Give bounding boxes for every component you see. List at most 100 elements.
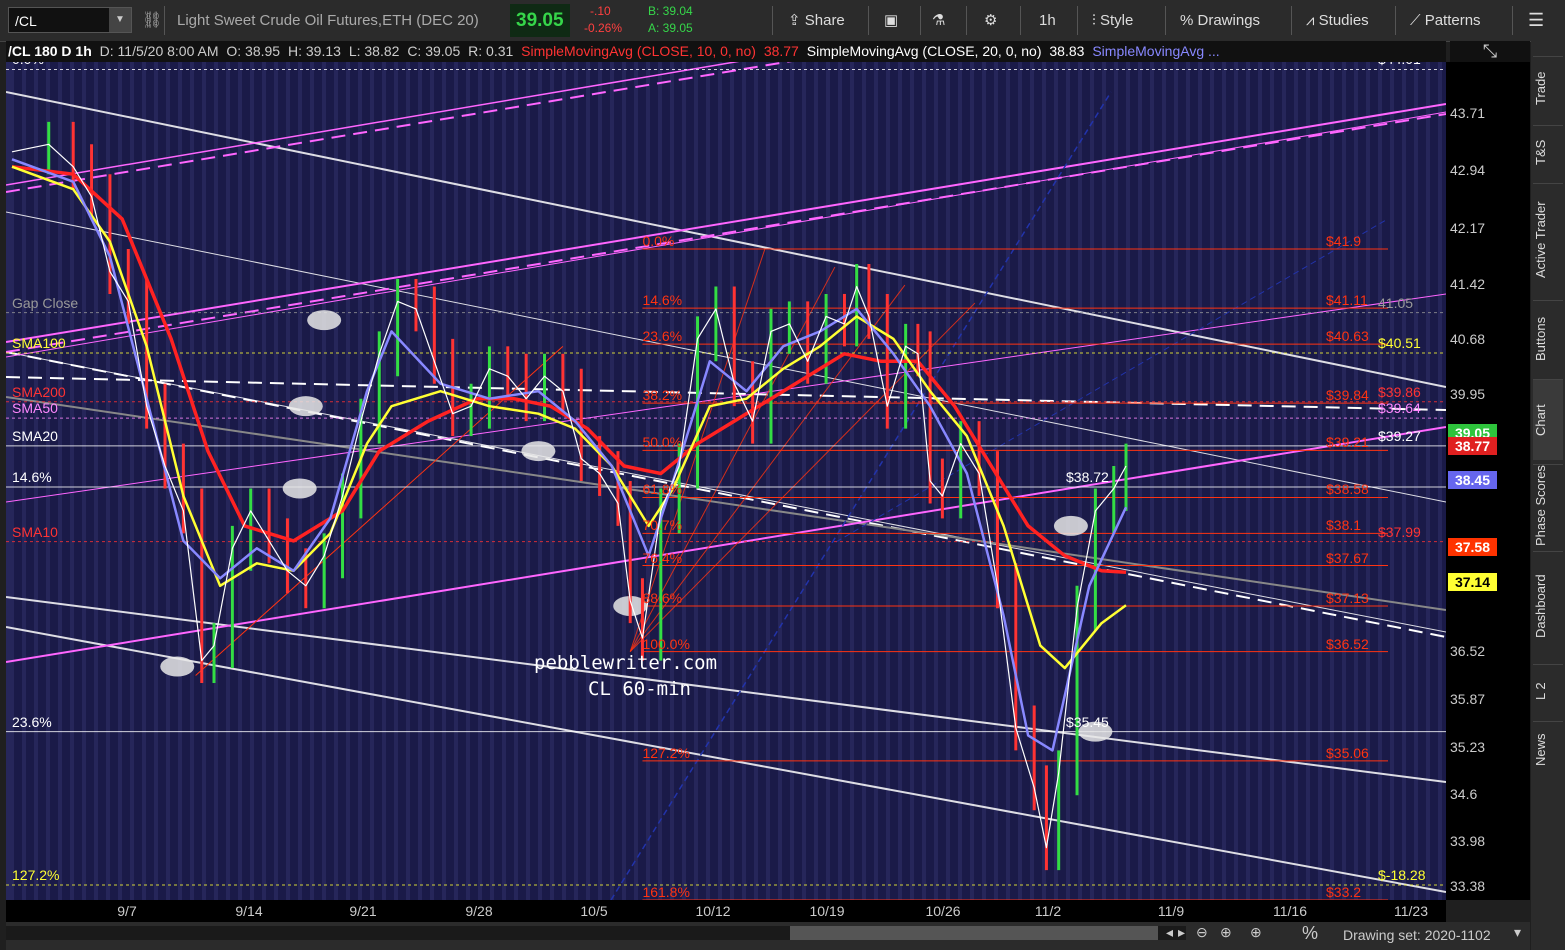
drawing-set-label[interactable]: Drawing set: 2020-1102 (1343, 927, 1491, 943)
sma10-study[interactable]: SimpleMovingAvg (CLOSE, 10, 0, no) (519, 43, 758, 59)
flask-icon[interactable]: ⚗ (932, 0, 945, 41)
scroll-left-icon[interactable]: ◂ (1166, 924, 1173, 941)
session-stripe (1250, 62, 1258, 900)
menu-icon[interactable]: ☰ (1528, 0, 1544, 41)
session-stripe (1202, 62, 1210, 900)
sidebar-tab-chart[interactable]: Chart (1533, 379, 1563, 460)
session-stripe (830, 62, 838, 900)
chevron-down-icon[interactable]: ▼ (109, 8, 131, 32)
session-stripe (914, 62, 922, 900)
sma-more-study[interactable]: SimpleMovingAvg ... (1090, 43, 1221, 59)
price-tick-label: 33.38 (1450, 877, 1486, 894)
flexible-grid-icon[interactable]: ▣ (884, 0, 898, 41)
session-stripe (38, 62, 46, 900)
bar-close: C: 39.05 (407, 43, 461, 59)
symbol-text: /CL (15, 13, 37, 29)
patterns-button[interactable]: ⟋ Patterns (1410, 0, 1481, 41)
net-change: -.10 (590, 4, 611, 18)
zoom-in-icon[interactable]: ⊕ (1250, 924, 1262, 941)
session-stripe (206, 62, 214, 900)
sidebar-tab-dashboard[interactable]: Dashboard (1533, 551, 1563, 660)
collapse-icon[interactable]: ⤡ (1450, 41, 1530, 62)
session-stripe (542, 62, 550, 900)
bar-date: D: 11/5/20 8:00 AM (99, 43, 219, 59)
sidebar-tab-news[interactable]: News (1533, 721, 1563, 777)
session-stripe (1298, 62, 1306, 900)
top-toolbar: /CL ▼ ⛓ Light Sweet Crude Oil Futures,ET… (0, 0, 1565, 42)
percent-icon: % (1180, 12, 1194, 29)
style-label: Style (1099, 12, 1134, 29)
session-stripe (1094, 62, 1102, 900)
crosshair-icon[interactable]: ⊕ (1220, 924, 1232, 941)
scroll-right-icon[interactable]: ▸ (1178, 924, 1185, 941)
chevron-down-icon[interactable]: ▾ (1514, 924, 1521, 941)
session-stripe (1274, 62, 1282, 900)
drawings-label: Drawings (1197, 12, 1261, 29)
ask-price: A: 39.05 (648, 21, 693, 35)
price-badge: 37.58 (1448, 538, 1497, 556)
pivot-marker (160, 656, 195, 677)
session-stripe (374, 62, 382, 900)
sma20-value: 38.83 (1049, 43, 1085, 59)
session-stripe (758, 62, 766, 900)
session-stripe (122, 62, 130, 900)
session-stripe (902, 62, 910, 900)
bar-range: R: 0.31 (468, 43, 514, 59)
chart-plot-area[interactable]: 0.0% $41.9 14.6% $41.11 23.6% $40.63 38.2% $39.… (6, 62, 1446, 900)
sidebar-tab-l-2[interactable]: L 2 (1533, 664, 1563, 717)
percent-icon[interactable]: % (1302, 923, 1318, 944)
session-stripe (698, 62, 706, 900)
session-stripe (1010, 62, 1018, 900)
time-tick-label: 11/16 (1273, 903, 1307, 919)
sma20-study[interactable]: SimpleMovingAvg (CLOSE, 20, 0, no) (805, 43, 1044, 59)
style-button[interactable]: ⫶ Style (1092, 0, 1133, 41)
session-stripe (746, 62, 754, 900)
session-stripe (518, 62, 526, 900)
time-axis[interactable]: 9/7 9/14 9/21 9/28 10/5 10/12 10/19 10/26 11/2 11… (6, 900, 1446, 922)
divider (1512, 6, 1513, 35)
sidebar-tab-active-trader[interactable]: Active Trader (1533, 183, 1563, 296)
scroll-thumb[interactable] (790, 926, 1158, 940)
session-stripe (1286, 62, 1294, 900)
session-stripe (326, 62, 334, 900)
session-stripe (482, 62, 490, 900)
pivot-marker (307, 310, 342, 331)
sidebar-tab-phase-scores[interactable]: Phase Scores (1533, 464, 1563, 547)
session-stripe (314, 62, 322, 900)
session-stripe (1022, 62, 1030, 900)
session-stripe (1358, 62, 1366, 900)
time-tick-label: 9/28 (465, 903, 493, 919)
interval-selector[interactable]: 1h (1039, 0, 1056, 41)
sidebar-tab-t-s[interactable]: T&S (1533, 125, 1563, 178)
price-tick-label: 42.17 (1450, 219, 1486, 236)
chart-info-bar: /CL 180 D 1h D: 11/5/20 8:00 AM O: 38.95… (6, 41, 1446, 62)
session-stripe (1214, 62, 1222, 900)
session-stripe (1322, 62, 1330, 900)
gear-icon[interactable]: ⚙ (984, 0, 997, 41)
session-stripe (1262, 62, 1270, 900)
bid-price: B: 39.04 (648, 4, 693, 18)
sidebar-tab-trade[interactable]: Trade (1533, 56, 1563, 120)
session-stripe (434, 62, 442, 900)
divider (164, 6, 165, 35)
link-icon[interactable]: ⛓ (142, 0, 162, 41)
studies-label: Studies (1318, 12, 1369, 29)
divider (920, 6, 921, 35)
price-axis[interactable]: 43.7142.9442.1741.4240.6839.9539.2437.86… (1446, 62, 1530, 900)
time-tick-label: 11/23 (1394, 903, 1428, 919)
share-button[interactable]: ⇪ Share (788, 0, 845, 41)
price-tick-label: 35.23 (1450, 739, 1486, 756)
symbol-selector[interactable]: /CL ▼ (8, 7, 132, 33)
studies-button[interactable]: ⩘ Studies (1306, 0, 1369, 41)
session-stripe (386, 62, 394, 900)
session-stripe (1370, 62, 1378, 900)
chart-scrollbar: ◂ ▸ ⊖ ⊕ ⊕ % Drawing set: 2020-1102 ▾ (6, 922, 1530, 950)
zoom-out-icon[interactable]: ⊖ (1196, 924, 1208, 941)
sidebar-tab-buttons[interactable]: Buttons (1533, 300, 1563, 376)
session-stripe (134, 62, 142, 900)
session-stripe (50, 62, 58, 900)
drawings-button[interactable]: % Drawings (1180, 0, 1260, 41)
price-chart (6, 62, 1446, 900)
pivot-marker (282, 478, 317, 499)
session-stripe (710, 62, 718, 900)
